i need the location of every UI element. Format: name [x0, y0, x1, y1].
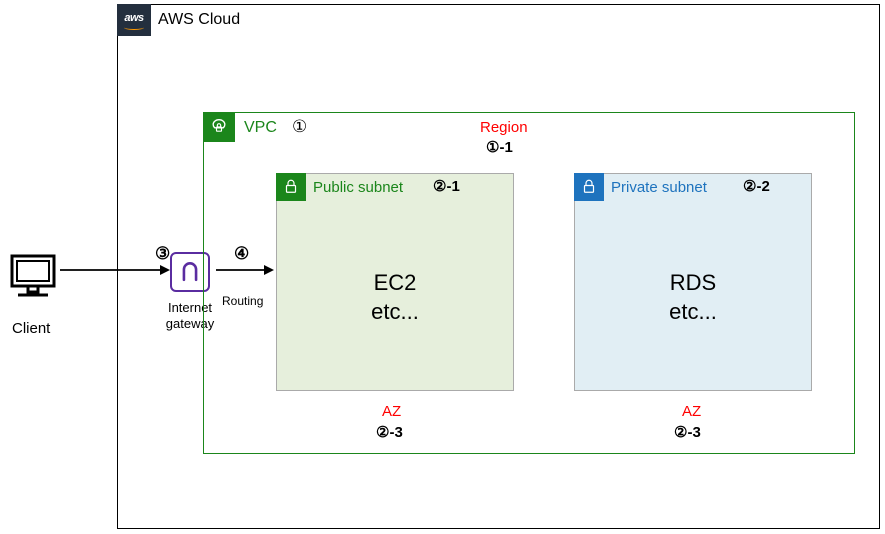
vpc-icon: [203, 112, 235, 142]
private-subnet-content: RDSetc...: [575, 269, 811, 326]
client-label: Client: [12, 320, 50, 337]
aws-logo-icon: aws: [117, 4, 151, 36]
az-label-private: AZ: [682, 403, 701, 420]
public-subnet-icon: [276, 173, 306, 201]
public-subnet-step-badge: ②-1: [433, 177, 460, 195]
az-step-badge-private: ②-3: [674, 423, 701, 441]
az-label-public: AZ: [382, 403, 401, 420]
vpc-step-badge: ①: [292, 117, 307, 137]
vpc-label: VPC: [244, 119, 277, 137]
vpc-container: VPC ① Region ①-1 Public subnet ②-1 EC2et…: [203, 112, 855, 454]
private-subnet-step-badge: ②-2: [743, 177, 770, 195]
aws-cloud-label: AWS Cloud: [158, 11, 240, 29]
region-step-badge: ①-1: [486, 138, 513, 156]
public-subnet-container: Public subnet ②-1 EC2etc...: [276, 173, 514, 391]
region-label: Region: [480, 119, 528, 136]
public-subnet-content: EC2etc...: [277, 269, 513, 326]
aws-cloud-container: aws AWS Cloud VPC ① Region ①-1 Public su…: [117, 4, 880, 529]
private-subnet-container: Private subnet ②-2 RDSetc...: [574, 173, 812, 391]
private-subnet-icon: [574, 173, 604, 201]
private-subnet-label: Private subnet: [611, 179, 707, 196]
az-step-badge-public: ②-3: [376, 423, 403, 441]
client-icon: [8, 252, 58, 298]
public-subnet-label: Public subnet: [313, 179, 403, 196]
